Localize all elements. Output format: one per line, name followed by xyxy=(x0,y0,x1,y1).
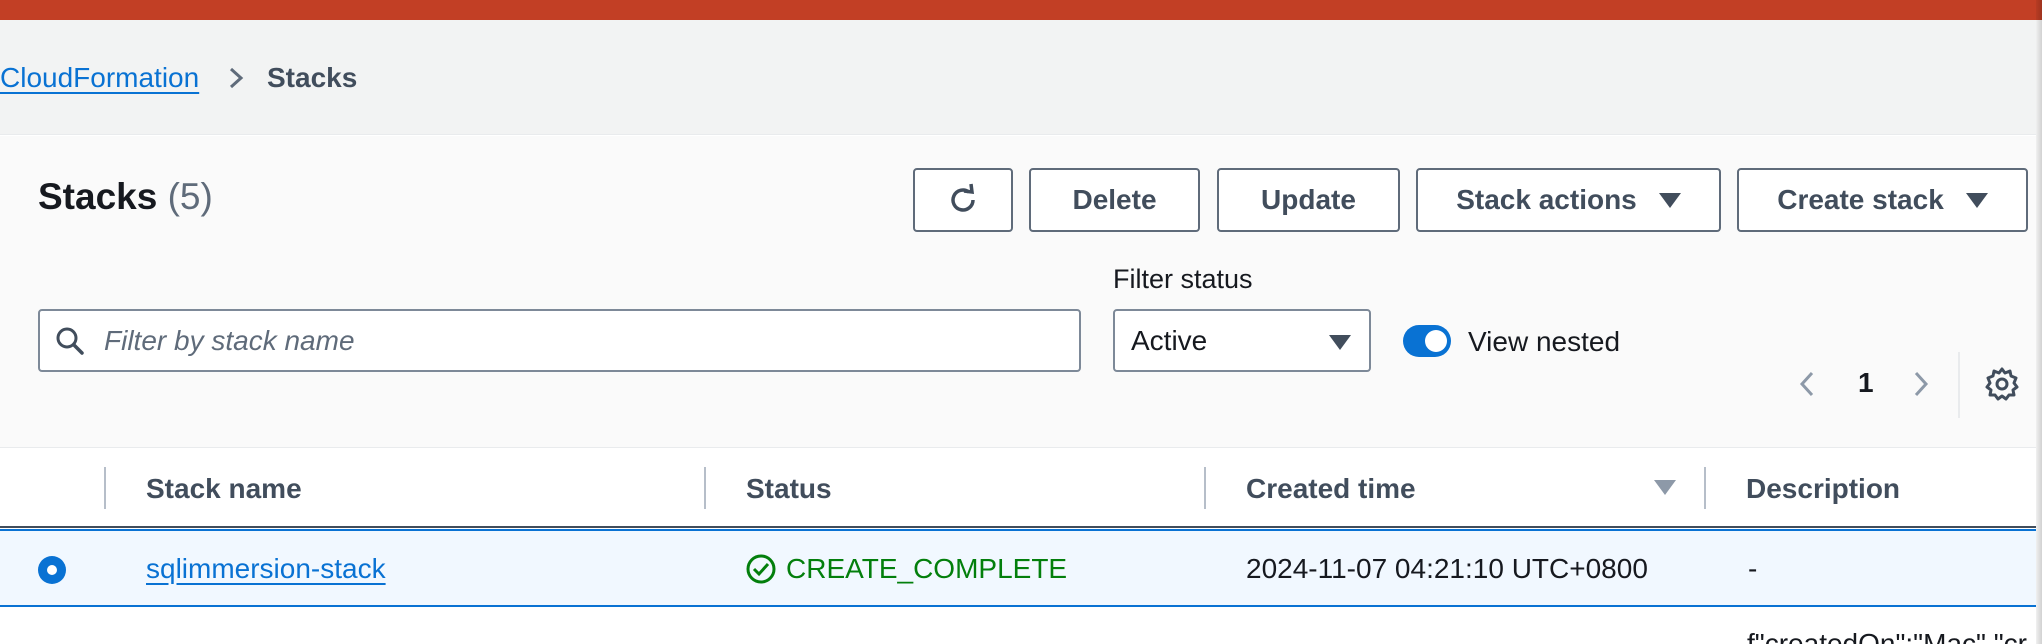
refresh-icon xyxy=(951,183,975,212)
create-stack-label: Create stack xyxy=(1777,184,1944,215)
row-select-radio[interactable] xyxy=(38,556,66,584)
radio-dot xyxy=(47,565,57,575)
update-button-label: Update xyxy=(1261,184,1356,215)
view-nested-toggle[interactable] xyxy=(1403,325,1451,357)
caret-down-icon xyxy=(1329,335,1351,350)
delete-button[interactable]: Delete xyxy=(1029,168,1200,232)
description: - xyxy=(1748,553,1758,584)
chevron-left-icon[interactable] xyxy=(1796,369,1818,399)
column-header-description[interactable]: Description xyxy=(1746,473,1900,505)
column-divider xyxy=(104,467,106,509)
stacks-panel xyxy=(0,136,2036,448)
column-divider[interactable] xyxy=(704,467,706,509)
table-header xyxy=(0,450,2036,528)
search-placeholder: Filter by stack name xyxy=(104,325,355,356)
chevron-right-icon xyxy=(229,67,244,89)
stack-count: (5) xyxy=(167,176,213,217)
partial-row-text: f"createdOn":"Mac","cr xyxy=(1747,628,2027,644)
page-title: Stacks (5) xyxy=(38,176,213,218)
breadcrumb-current: Stacks xyxy=(267,62,358,93)
delete-button-label: Delete xyxy=(1072,184,1157,215)
toggle-knob xyxy=(1425,330,1447,352)
breadcrumb-cloudformation-link[interactable]: CloudFormation xyxy=(0,62,199,94)
search-input[interactable]: Filter by stack name xyxy=(38,309,1081,372)
stack-actions-dropdown[interactable]: Stack actions xyxy=(1416,168,1721,232)
caret-down-icon xyxy=(1658,192,1681,208)
create-stack-dropdown[interactable]: Create stack xyxy=(1737,168,2028,232)
column-header-created-time[interactable]: Created time xyxy=(1246,473,1416,505)
chevron-right-icon[interactable] xyxy=(1910,369,1932,399)
view-nested-label: View nested xyxy=(1468,326,1621,357)
pager-divider xyxy=(1958,352,1960,418)
check-circle-icon xyxy=(746,554,776,584)
settings-icon[interactable] xyxy=(1984,366,2020,402)
page-edge-shadow xyxy=(2036,0,2042,644)
status-text: CREATE_COMPLETE xyxy=(786,553,1068,584)
update-button[interactable]: Update xyxy=(1217,168,1400,232)
filter-status-select[interactable]: Active xyxy=(1113,309,1371,372)
caret-down-icon xyxy=(1965,192,1988,208)
page-title-text: Stacks xyxy=(38,176,158,217)
current-page-number[interactable]: 1 xyxy=(1858,367,1874,399)
refresh-button[interactable] xyxy=(913,168,1013,232)
filter-status-label: Filter status xyxy=(1113,264,1253,294)
table-row-partial xyxy=(0,609,2036,644)
search-icon xyxy=(56,327,84,355)
filter-status-value: Active xyxy=(1131,325,1208,356)
stack-actions-label: Stack actions xyxy=(1456,184,1637,215)
column-header-status[interactable]: Status xyxy=(746,473,832,505)
console-top-bar xyxy=(0,0,2042,20)
column-header-stack-name[interactable]: Stack name xyxy=(146,473,302,505)
column-divider[interactable] xyxy=(1204,467,1206,509)
stack-name-link[interactable]: sqlimmersion-stack xyxy=(146,553,386,585)
column-divider[interactable] xyxy=(1704,467,1706,509)
sort-descending-icon[interactable] xyxy=(1654,480,1676,495)
created-time: 2024-11-07 04:21:10 UTC+0800 xyxy=(1246,553,1648,584)
